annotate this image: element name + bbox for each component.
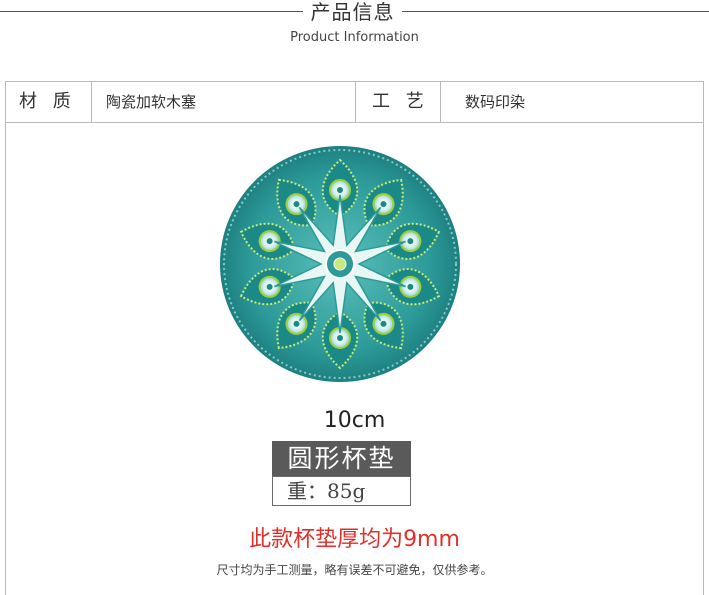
material-value: 陶瓷加软木塞 [92,82,356,122]
section-subtitle: Product Information [290,30,419,45]
weight-label: 重：85g [272,476,411,506]
measurement-disclaimer: 尺寸均为手工测量，略有误差不可避免，仅供参考。 [216,563,493,577]
header-divider-right [402,11,709,12]
spec-table-row: 材 质 陶瓷加软木塞 工 艺 数码印染 [6,82,703,123]
craft-label: 工 艺 [356,82,441,122]
section-title: 产品信息 [310,0,395,24]
craft-value: 数码印染 [465,93,526,111]
thickness-note: 此款杯垫厚均为9mm [249,527,460,552]
section-header: 产品信息 Product Information [0,0,709,60]
product-name-label: 圆形杯垫 [272,441,411,476]
material-label: 材 质 [6,82,92,122]
size-label: 10cm [323,408,386,433]
header-divider-left [0,11,303,12]
coaster-image [220,146,460,382]
